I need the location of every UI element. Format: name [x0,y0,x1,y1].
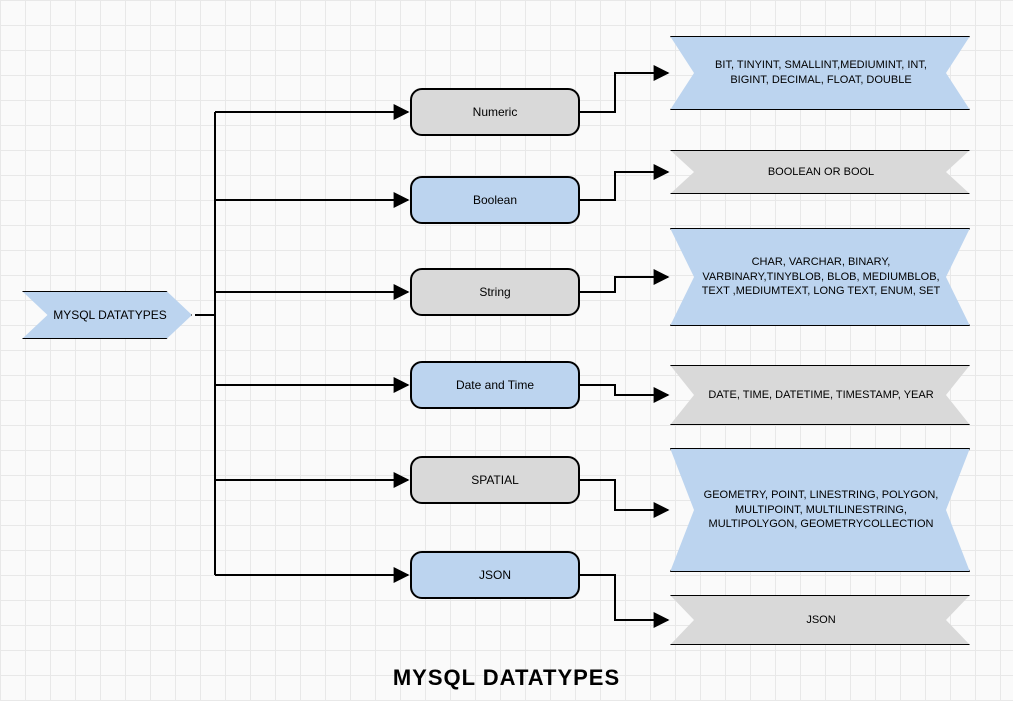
category-label: Numeric [473,105,518,119]
root-node: MYSQL DATATYPES [22,291,192,339]
category-string: String [410,268,580,316]
category-boolean: Boolean [410,176,580,224]
diagram-title: MYSQL DATATYPES [0,665,1013,691]
detail-text: BIT, TINYINT, SMALLINT,MEDIUMINT, INT, B… [701,58,941,88]
category-spatial: SPATIAL [410,456,580,504]
detail-text: DATE, TIME, DATETIME, TIMESTAMP, YEAR [708,388,933,403]
detail-numeric: BIT, TINYINT, SMALLINT,MEDIUMINT, INT, B… [670,36,970,110]
category-label: Date and Time [456,378,534,392]
detail-text: GEOMETRY, POINT, LINESTRING, POLYGON, MU… [701,488,941,533]
detail-text: CHAR, VARCHAR, BINARY, VARBINARY,TINYBLO… [701,255,941,300]
detail-boolean: BOOLEAN OR BOOL [670,150,970,194]
root-label: MYSQL DATATYPES [47,308,167,322]
category-label: Boolean [473,193,517,207]
category-numeric: Numeric [410,88,580,136]
category-label: SPATIAL [471,473,519,487]
category-label: String [479,285,510,299]
detail-datetime: DATE, TIME, DATETIME, TIMESTAMP, YEAR [670,365,970,425]
detail-string: CHAR, VARCHAR, BINARY, VARBINARY,TINYBLO… [670,228,970,326]
detail-spatial: GEOMETRY, POINT, LINESTRING, POLYGON, MU… [670,448,970,572]
detail-json: JSON [670,595,970,645]
category-json: JSON [410,551,580,599]
detail-text: JSON [806,613,835,628]
detail-text: BOOLEAN OR BOOL [768,165,874,180]
category-label: JSON [479,568,511,582]
diagram-stage: MYSQL DATATYPES Numeric Boolean String D… [0,0,1013,701]
category-datetime: Date and Time [410,361,580,409]
